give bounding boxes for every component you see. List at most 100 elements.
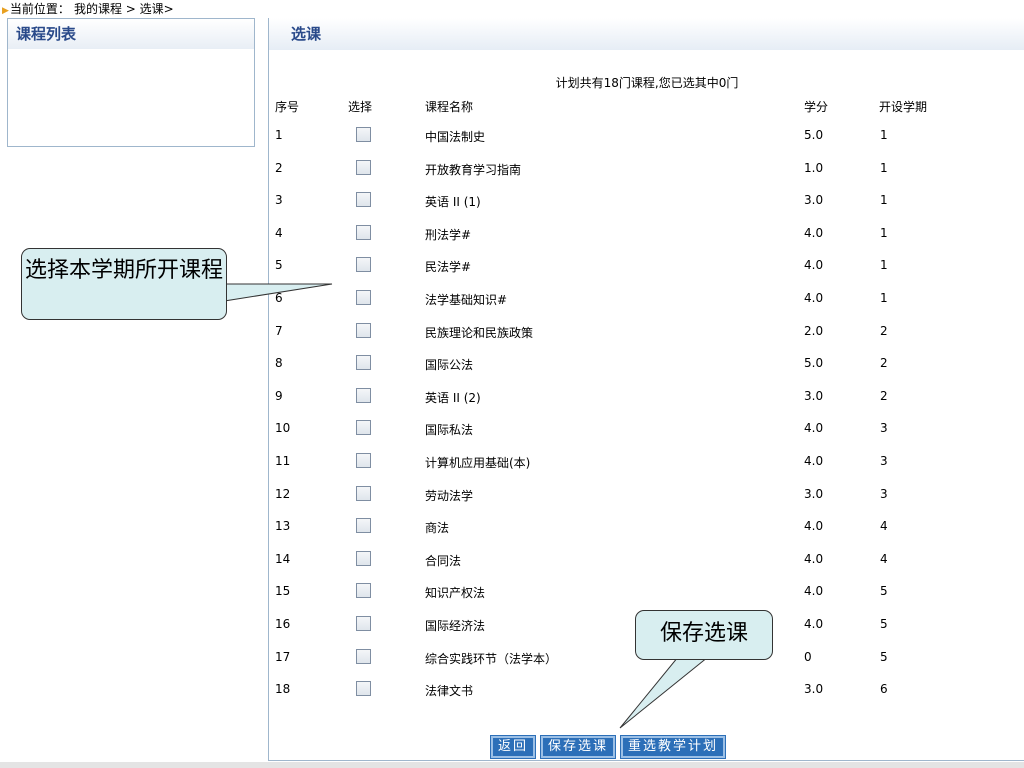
- callout-select-term: 选择本学期所开课程: [21, 248, 227, 320]
- course-select-checkbox[interactable]: [356, 583, 371, 599]
- course-select-checkbox[interactable]: [356, 550, 371, 566]
- header-course-name: 课程名称: [425, 100, 474, 114]
- course-select-checkbox[interactable]: [356, 322, 371, 338]
- course-credit: 4.0: [804, 258, 824, 273]
- course-select-checkbox[interactable]: [356, 257, 371, 273]
- course-select-checkbox[interactable]: [356, 355, 371, 371]
- course-select-checkbox[interactable]: [356, 616, 371, 631]
- course-term: 1: [880, 291, 888, 305]
- course-select-checkbox[interactable]: [356, 387, 371, 403]
- course-name: 民族理论和民族政策: [425, 325, 534, 340]
- course-name: 国际经济法: [425, 619, 486, 633]
- course-no: 11: [275, 454, 291, 468]
- course-name: 刑法学#: [425, 227, 472, 242]
- course-credit: 5.0: [804, 356, 824, 371]
- course-term: 3: [880, 486, 888, 501]
- arrow-icon: ▶: [2, 6, 9, 16]
- course-no: 1: [275, 128, 283, 142]
- course-term: 1: [880, 258, 888, 273]
- course-name: 劳动法学: [425, 488, 474, 503]
- course-select-checkbox[interactable]: [356, 648, 371, 664]
- course-no: 14: [275, 551, 291, 566]
- course-select-checkbox[interactable]: [356, 127, 371, 142]
- table-row: 9 英语 II (2) 3.0 2: [269, 381, 1024, 413]
- course-name: 知识产权法: [425, 586, 486, 601]
- course-select-checkbox[interactable]: [356, 159, 371, 175]
- course-no: 13: [275, 519, 291, 534]
- course-term: 1: [880, 193, 888, 208]
- course-no: 9: [275, 388, 283, 403]
- course-name: 合同法: [425, 553, 462, 568]
- course-credit: 4.0: [804, 617, 824, 631]
- course-term: 5: [880, 649, 888, 664]
- table-row: 8 国际公法 5.0 2: [269, 348, 1024, 380]
- course-select-checkbox[interactable]: [356, 681, 371, 697]
- course-name: 民法学#: [425, 260, 472, 275]
- course-name: 计算机应用基础(本): [425, 456, 531, 470]
- table-row: 10 国际私法 4.0 3: [269, 413, 1024, 445]
- breadcrumb-path[interactable]: 我的课程 > 选课>: [74, 2, 174, 16]
- course-select-checkbox[interactable]: [356, 518, 371, 534]
- action-bar: 返回 保存选课 重选教学计划: [489, 735, 731, 759]
- table-row: 3 英语 II (1) 3.0 1: [269, 185, 1024, 217]
- course-name: 法学基础知识#: [425, 293, 508, 307]
- course-term: 3: [880, 454, 888, 468]
- course-term: 5: [880, 584, 888, 599]
- callout-save: 保存选课: [635, 610, 773, 660]
- table-row: 14 合同法 4.0 4: [269, 544, 1024, 576]
- course-term: 2: [880, 323, 888, 338]
- course-term: 1: [880, 225, 888, 240]
- table-row: 12 劳动法学 3.0 3: [269, 479, 1024, 511]
- sidebar-title: 课程列表: [8, 19, 254, 49]
- breadcrumb-prefix: 当前位置：: [9, 2, 70, 16]
- table-row: 18 法律文书 3.0 6: [269, 674, 1024, 706]
- course-credit: 4.0: [804, 454, 824, 468]
- table-row: 2 开放教育学习指南 1.0 1: [269, 153, 1024, 185]
- course-select-checkbox[interactable]: [356, 453, 371, 468]
- course-select-checkbox[interactable]: [356, 192, 371, 208]
- breadcrumb: ▶当前位置： 我的课程 > 选课>: [0, 0, 174, 18]
- course-no: 2: [275, 160, 283, 175]
- course-name: 商法: [425, 521, 450, 536]
- callout-save-text: 保存选课: [659, 621, 748, 646]
- sidebar-course-list: 课程列表: [7, 18, 255, 147]
- header-term: 开设学期: [879, 100, 928, 114]
- course-no: 18: [275, 682, 291, 697]
- course-term: 1: [880, 128, 888, 142]
- bottom-bar: [0, 762, 1024, 768]
- course-term: 6: [880, 682, 888, 697]
- course-no: 6: [275, 291, 283, 305]
- header-no: 序号: [275, 100, 300, 114]
- course-credit: 4.0: [804, 584, 824, 599]
- table-row: 4 刑法学# 4.0 1: [269, 218, 1024, 250]
- course-term: 4: [880, 519, 888, 534]
- course-credit: 4.0: [804, 421, 824, 436]
- table-row: 13 商法 4.0 4: [269, 511, 1024, 543]
- course-credit: 3.0: [804, 193, 824, 208]
- reselect-plan-button[interactable]: 重选教学计划: [620, 735, 727, 759]
- course-no: 15: [275, 584, 291, 599]
- course-select-checkbox[interactable]: [356, 420, 371, 436]
- course-no: 3: [275, 193, 283, 208]
- course-credit: 1.0: [804, 160, 824, 175]
- course-term: 4: [880, 551, 888, 566]
- course-select-checkbox[interactable]: [356, 485, 371, 501]
- course-credit: 3.0: [804, 682, 824, 697]
- course-select-checkbox[interactable]: [356, 290, 371, 305]
- table-row: 5 民法学# 4.0 1: [269, 250, 1024, 282]
- course-name: 英语 II (1): [425, 195, 481, 210]
- callout-select-term-text: 选择本学期所开课程: [24, 258, 223, 283]
- course-no: 17: [275, 649, 291, 664]
- course-term: 5: [880, 617, 888, 631]
- table-row: 6 法学基础知识# 4.0 1: [269, 283, 1024, 315]
- back-button[interactable]: 返回: [489, 735, 537, 759]
- save-selection-button[interactable]: 保存选课: [540, 735, 617, 759]
- course-credit: 5.0: [804, 128, 824, 142]
- course-term: 3: [880, 421, 888, 436]
- course-no: 4: [275, 225, 283, 240]
- course-name: 英语 II (2): [425, 390, 481, 405]
- selection-summary: 计划共有18门课程,您已选其中0门: [555, 76, 739, 90]
- course-credit: 4.0: [804, 551, 824, 566]
- course-no: 7: [275, 323, 283, 338]
- course-select-checkbox[interactable]: [356, 224, 371, 240]
